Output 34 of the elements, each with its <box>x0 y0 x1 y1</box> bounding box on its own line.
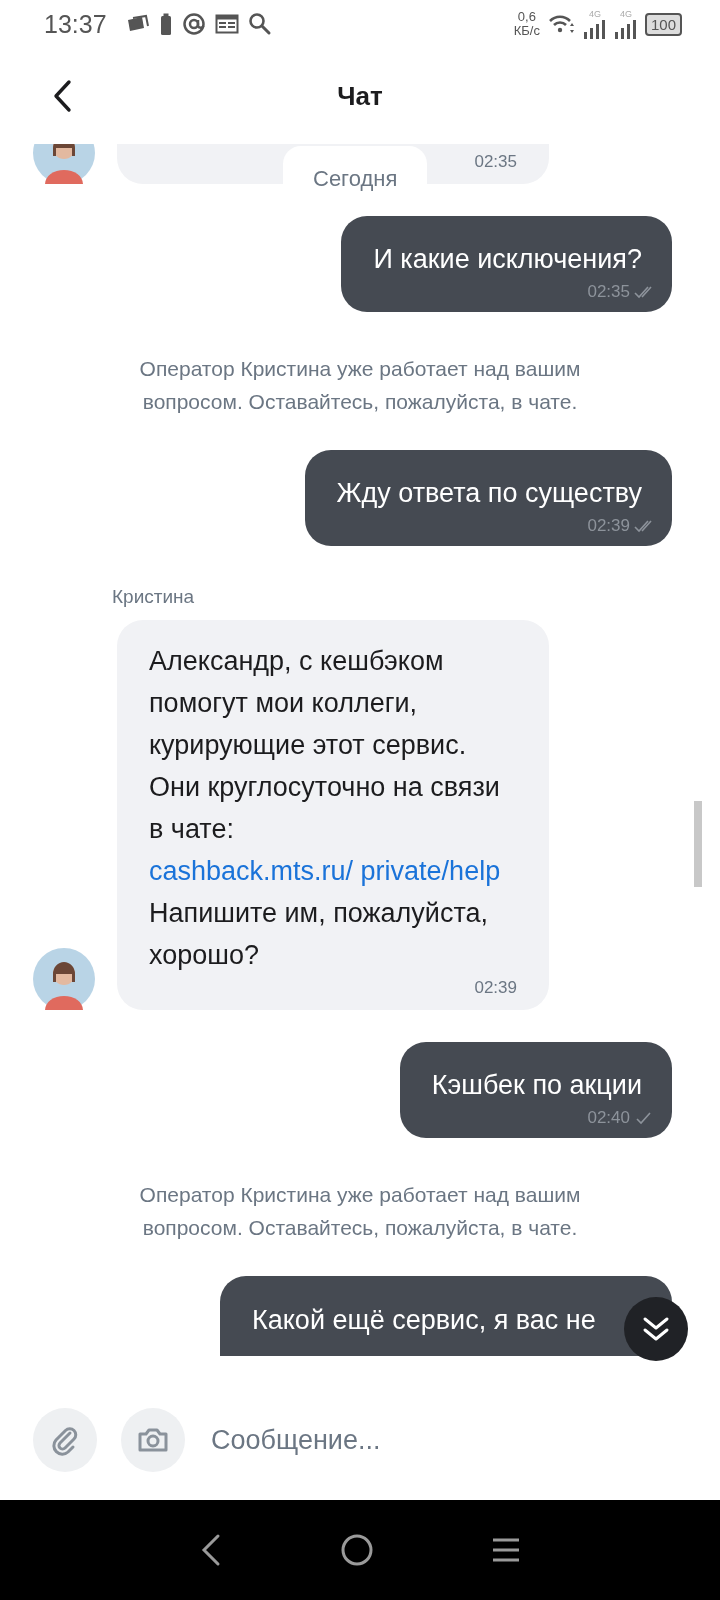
message-text: И какие исключения? <box>373 243 642 276</box>
at-sign-icon <box>181 12 206 36</box>
message-input[interactable]: Сообщение... <box>209 1423 687 1457</box>
message-text: Кэшбек по акции <box>431 1069 642 1102</box>
screen-title: Чат <box>337 80 383 112</box>
message-text: Жду ответа по существу <box>336 477 642 510</box>
double-chevron-down-icon <box>642 1316 670 1342</box>
message-text: Какой ещё сервис, я вас не <box>252 1304 597 1336</box>
back-icon[interactable] <box>52 79 72 113</box>
system-message: Оператор Кристина уже работает над вашим вопросом. Оставайтесь, пожалуйста, в чате. <box>138 356 582 415</box>
message-time: 02:35 <box>474 152 517 172</box>
calendar-icon <box>214 13 239 35</box>
system-message: Оператор Кристина уже работает над вашим вопросом. Оставайтесь, пожалуйста, в чате. <box>138 1182 582 1241</box>
signal-icon <box>613 19 637 39</box>
search-icon <box>247 12 272 36</box>
network-type-label: 4G <box>619 9 632 19</box>
network-speed: 0,6 <box>517 10 536 24</box>
photos-icon <box>125 14 150 34</box>
message-time: 02:39 <box>474 978 517 998</box>
network-type-label: 4G <box>588 9 601 19</box>
wifi-icon <box>547 13 575 35</box>
clock-time: 13:37 <box>44 9 107 39</box>
sender-name: Кристина <box>112 586 196 608</box>
menu-nav-icon[interactable] <box>491 1537 522 1563</box>
message-time: 02:35 <box>587 282 630 302</box>
signal-icon <box>582 19 606 39</box>
message-time: 02:40 <box>587 1108 630 1128</box>
message-text: Александр, с кешбэком помогут мои коллеги, курирующие этот сервис. Они круглосуточно на связи в чате: cashback.mts.ru/ private/help Напишите им, пожалуйста, хорошо? <box>149 645 502 972</box>
battery-icon <box>158 13 173 35</box>
home-nav-icon[interactable] <box>340 1533 374 1567</box>
battery-indicator: 100 <box>644 12 682 36</box>
message-time: 02:39 <box>587 516 630 536</box>
message-link[interactable]: cashback.mts.ru/ private/help <box>149 856 501 886</box>
network-speed-unit: КБ/с <box>513 24 540 38</box>
